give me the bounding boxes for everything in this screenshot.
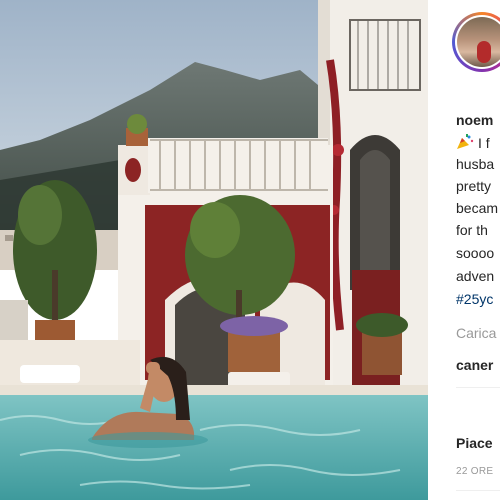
post-sidebar: noem I f husba pretty becam for th soooo…: [428, 0, 500, 500]
caption-text-1: I f: [478, 135, 490, 151]
caption-line-4: becam: [456, 200, 499, 216]
avatar-figure: [477, 41, 491, 63]
load-more-comments[interactable]: Carica: [456, 325, 496, 341]
party-popper-icon: [457, 134, 474, 149]
likes-label[interactable]: Piace: [456, 435, 493, 451]
caption-line-2: husba: [456, 156, 495, 172]
post-image: [0, 0, 428, 500]
post-photo[interactable]: [0, 0, 428, 500]
caption-line-7: adven: [456, 268, 495, 284]
caption-line-6: soooo: [456, 245, 495, 261]
avatar[interactable]: [455, 15, 500, 69]
bottom-divider: [456, 490, 500, 491]
hashtag-link[interactable]: #25yc: [456, 291, 493, 307]
post-timestamp[interactable]: 22 ORE: [456, 466, 493, 477]
section-divider: [456, 387, 500, 388]
comment-username[interactable]: caner: [456, 357, 493, 373]
caption-line-5: for th: [456, 222, 488, 238]
profile-avatar-icon: [457, 17, 500, 67]
caption-line-1: I f: [456, 134, 490, 151]
username-link[interactable]: noem: [456, 112, 493, 128]
caption-line-3: pretty: [456, 178, 492, 194]
